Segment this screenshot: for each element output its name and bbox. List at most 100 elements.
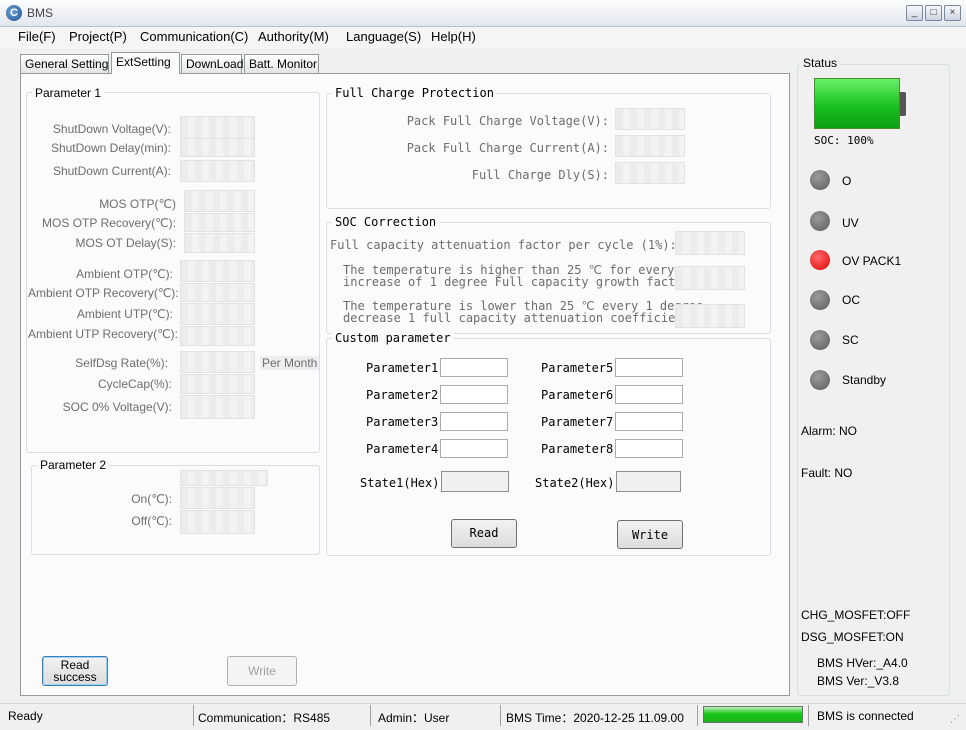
menu-project[interactable]: Project(P) xyxy=(69,29,127,44)
custom-read-button[interactable]: Read xyxy=(451,519,517,548)
label-parameter1: Parameter1: xyxy=(366,361,446,375)
read-success-button[interactable]: Read success xyxy=(42,656,108,686)
label-mos-otp: MOS OTP(℃) xyxy=(99,197,176,211)
per-month-label: Per Month xyxy=(260,356,320,370)
resize-grip-icon[interactable]: ⋰ xyxy=(950,714,960,725)
ambient-otp-recovery-field[interactable] xyxy=(180,283,255,302)
title-bar: C BMS _ □ × xyxy=(0,0,966,27)
bms-hardware-version: BMS HVer:_A4.0 xyxy=(817,656,908,670)
statusbar-separator xyxy=(500,705,501,726)
state1-hex-field[interactable] xyxy=(441,471,509,492)
close-button[interactable]: × xyxy=(944,5,961,21)
ambient-utp-field[interactable] xyxy=(180,303,255,325)
temp-lower-attenuation-field[interactable] xyxy=(675,304,745,328)
pack-full-charge-voltage-field[interactable] xyxy=(615,108,685,130)
fault-status: Fault: NO xyxy=(801,466,853,480)
sc-status-label: SC xyxy=(842,333,859,347)
dsg-mosfet-status: DSG_MOSFET:ON xyxy=(801,630,904,644)
label-off: Off(℃): xyxy=(131,514,172,528)
mos-otp-recovery-field[interactable] xyxy=(184,213,255,232)
alarm-status: Alarm: NO xyxy=(801,424,858,438)
label-state1: State1(Hex): xyxy=(360,476,447,490)
parameter4-input[interactable] xyxy=(440,439,508,458)
parameter3-input[interactable] xyxy=(440,412,508,431)
tab-download[interactable]: DownLoad xyxy=(181,54,243,73)
label-mos-otp-recovery: MOS OTP Recovery(℃): xyxy=(42,216,176,230)
parameter1-input[interactable] xyxy=(440,358,508,377)
sc-led-icon xyxy=(810,330,830,350)
parameter2-header-field xyxy=(180,470,268,486)
o-led-icon xyxy=(810,170,830,190)
statusbar-bms-time: BMS Time：2020-12-25 11.09.00 xyxy=(506,711,684,725)
ambient-otp-field[interactable] xyxy=(180,260,255,282)
state2-hex-field[interactable] xyxy=(616,471,681,492)
tab-general-setting[interactable]: General Setting xyxy=(20,54,109,73)
off-temp-field[interactable] xyxy=(180,510,255,534)
parameter2-input[interactable] xyxy=(440,385,508,404)
label-ambient-otp: Ambient OTP(℃): xyxy=(76,267,173,281)
battery-icon xyxy=(814,78,900,129)
soc-readout: SOC: 100% xyxy=(814,134,874,147)
soc-correction-title: SOC Correction xyxy=(332,215,440,229)
statusbar-separator xyxy=(370,705,371,726)
full-charge-dly-field[interactable] xyxy=(615,162,685,184)
label-ambient-otp-recovery: Ambient OTP Recovery(℃): xyxy=(28,286,179,300)
standby-status-label: Standby xyxy=(842,373,887,387)
mos-ot-delay-field[interactable] xyxy=(184,233,255,253)
label-pack-full-charge-current: Pack Full Charge Current(A): xyxy=(406,141,609,155)
temp-higher-growth-field[interactable] xyxy=(675,266,745,290)
shutdown-delay-field[interactable] xyxy=(180,138,255,157)
label-full-charge-dly: Full Charge Dly(S): xyxy=(471,168,609,182)
tab-batt-monitor[interactable]: Batt. Monitor xyxy=(244,54,319,73)
statusbar-admin: Admin：User xyxy=(378,711,450,725)
parameter2-group xyxy=(31,465,320,555)
menu-help[interactable]: Help(H) xyxy=(431,29,476,44)
menu-authority[interactable]: Authority(M) xyxy=(258,29,329,44)
label-selfdsg-rate: SelfDsg Rate(%): xyxy=(75,356,168,370)
write-button[interactable]: Write xyxy=(227,656,297,686)
ov-led-icon xyxy=(810,250,830,270)
status-title: Status xyxy=(800,56,841,70)
parameter7-input[interactable] xyxy=(615,412,683,431)
full-charge-title: Full Charge Protection xyxy=(332,86,497,100)
app-logo-icon: C xyxy=(6,5,22,21)
menu-language[interactable]: Language(S) xyxy=(346,29,421,44)
label-shutdown-delay: ShutDown Delay(min): xyxy=(50,141,171,155)
shutdown-current-field[interactable] xyxy=(180,160,255,182)
label-pack-full-charge-voltage: Pack Full Charge Voltage(V): xyxy=(406,114,609,128)
tab-extsetting[interactable]: ExtSetting xyxy=(111,52,180,74)
parameter6-input[interactable] xyxy=(615,385,683,404)
mos-otp-field[interactable] xyxy=(184,190,255,212)
parameter2-title: Parameter 2 xyxy=(37,458,110,472)
battery-terminal-icon xyxy=(900,92,906,116)
maximize-button[interactable]: □ xyxy=(925,5,942,21)
ambient-utp-recovery-field[interactable] xyxy=(180,326,255,346)
label-soc0-voltage: SOC 0% Voltage(V): xyxy=(62,400,172,414)
chg-mosfet-status: CHG_MOSFET:OFF xyxy=(801,608,911,622)
shutdown-voltage-field[interactable] xyxy=(180,116,255,140)
on-temp-field[interactable] xyxy=(180,487,255,509)
parameter8-input[interactable] xyxy=(615,439,683,458)
label-parameter6: Parameter6: xyxy=(541,388,621,402)
cyclecap-field[interactable] xyxy=(180,374,255,394)
menu-communication[interactable]: Communication(C) xyxy=(140,29,248,44)
pack-full-charge-current-field[interactable] xyxy=(615,135,685,157)
parameter5-input[interactable] xyxy=(615,358,683,377)
minimize-button[interactable]: _ xyxy=(906,5,923,21)
statusbar-separator xyxy=(193,705,194,726)
uv-status-label: UV xyxy=(842,216,859,230)
label-capacity-attenuation: Full capacity attenuation factor per cyc… xyxy=(330,238,677,252)
menu-file[interactable]: File(F) xyxy=(18,29,56,44)
window-title: BMS xyxy=(27,6,54,20)
standby-led-icon xyxy=(810,370,830,390)
menu-bar: File(F) Project(P) Communication(C) Auth… xyxy=(0,27,966,49)
soc0-voltage-field[interactable] xyxy=(180,395,255,419)
selfdsg-rate-field[interactable] xyxy=(180,351,255,373)
statusbar-connected: BMS is connected xyxy=(817,709,914,723)
label-parameter5: Parameter5: xyxy=(541,361,621,375)
label-ambient-utp: Ambient UTP(℃): xyxy=(76,307,173,321)
custom-write-button[interactable]: Write xyxy=(617,520,683,549)
capacity-attenuation-field[interactable] xyxy=(675,231,745,255)
label-shutdown-current: ShutDown Current(A): xyxy=(52,164,171,178)
label-parameter4: Parameter4: xyxy=(366,442,446,456)
